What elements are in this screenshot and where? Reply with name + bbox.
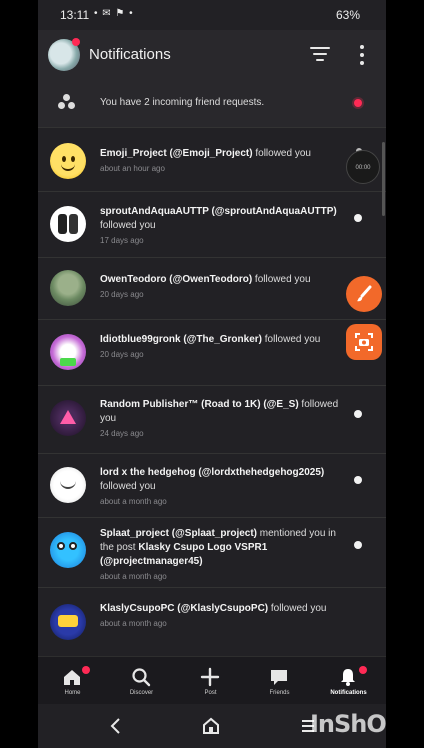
notification-item[interactable]: Splaat_project (@Splaat_project) mention…: [38, 518, 386, 588]
home-icon: [64, 670, 80, 685]
back-icon[interactable]: [108, 716, 122, 736]
smiley-avatar[interactable]: [50, 143, 86, 179]
triangle-avatar[interactable]: [50, 400, 86, 436]
notification-text: Emoji_Project (@Emoji_Project) followed …: [100, 147, 340, 176]
notification-item[interactable]: sproutAndAquaAUTTP (@sproutAndAquaAUTTP)…: [38, 192, 386, 258]
notification-text: sproutAndAquaAUTTP (@sproutAndAquaAUTTP)…: [100, 205, 340, 248]
more-options-icon[interactable]: [356, 44, 368, 66]
watermark: InShOt: [310, 710, 386, 738]
nav-label: Post: [204, 690, 217, 696]
friend-requests-text: You have 2 incoming friend requests.: [100, 97, 265, 108]
notification-status-icons: • ✉ ⚑ •: [94, 8, 134, 19]
user-name[interactable]: lord x the hedgehog (@lordxthehedgehog20…: [100, 467, 324, 478]
notification-item[interactable]: Random Publisher™ (Road to 1K) (@E_S) fo…: [38, 386, 386, 454]
scrollbar[interactable]: [382, 142, 385, 216]
unread-dot: [354, 99, 362, 107]
status-time: 13:11: [60, 8, 90, 22]
filter-icon[interactable]: [310, 46, 330, 62]
lord-avatar[interactable]: [50, 467, 86, 503]
notification-text: OwenTeodoro (@OwenTeodoro) followed you …: [100, 273, 340, 302]
user-name[interactable]: Idiotblue99gronk (@The_Gronker): [100, 334, 262, 345]
notification-time: about a month ago: [100, 497, 167, 506]
user-name[interactable]: Splaat_project (@Splaat_project): [100, 528, 257, 539]
notification-time: about an hour ago: [100, 164, 165, 173]
character-avatar[interactable]: [50, 270, 86, 306]
camera-icon: [355, 333, 373, 351]
home-badge: [82, 666, 90, 674]
friend-requests-row[interactable]: You have 2 incoming friend requests.: [38, 78, 386, 128]
plus-icon: [200, 667, 220, 687]
notification-item[interactable]: lord x the hedgehog (@lordxthehedgehog20…: [38, 454, 386, 518]
chat-icon: [271, 670, 287, 685]
nav-label: Friends: [269, 690, 290, 696]
notification-text: Splaat_project (@Splaat_project) mention…: [100, 527, 340, 584]
user-name[interactable]: sproutAndAquaAUTTP (@sproutAndAquaAUTTP): [100, 206, 337, 217]
notification-item[interactable]: Emoji_Project (@Emoji_Project) followed …: [38, 130, 386, 192]
status-bar: 13:11 • ✉ ⚑ • 63%: [38, 0, 386, 30]
notification-time: about a month ago: [100, 572, 167, 581]
phones-avatar[interactable]: [50, 206, 86, 242]
notification-text: lord x the hedgehog (@lordxthehedgehog20…: [100, 466, 340, 509]
bottom-navigation: Home Discover Post Friends Notifications: [38, 656, 386, 704]
battery-level: 63%: [335, 8, 360, 22]
nav-label: Home: [64, 690, 81, 696]
page-title: Notifications: [89, 46, 171, 63]
splaat-avatar[interactable]: [50, 532, 86, 568]
profile-unread-dot: [72, 38, 80, 46]
unread-dot: [354, 541, 362, 549]
user-name[interactable]: Emoji_Project (@Emoji_Project): [100, 148, 253, 159]
recording-timer-bubble[interactable]: 00:00: [346, 150, 380, 184]
nav-discover[interactable]: Discover: [107, 657, 176, 705]
notification-time: 20 days ago: [100, 290, 144, 299]
notification-list[interactable]: Emoji_Project (@Emoji_Project) followed …: [38, 130, 386, 656]
screenshot-button[interactable]: [346, 324, 382, 360]
notification-item[interactable]: Idiotblue99gronk (@The_Gronker) followed…: [38, 320, 386, 386]
brush-icon: [357, 285, 372, 302]
user-name[interactable]: Random Publisher™ (Road to 1K) (@E_S): [100, 399, 299, 410]
notification-time: 17 days ago: [100, 236, 144, 245]
notification-time: about a month ago: [100, 619, 167, 628]
search-icon: [132, 668, 151, 687]
unread-dot: [354, 476, 362, 484]
nav-label: Discover: [129, 690, 154, 696]
phone-screen: 13:11 • ✉ ⚑ • 63% Notifications You have…: [38, 0, 386, 748]
notification-item[interactable]: KlaslyCsupoPC (@KlaslyCsupoPC) followed …: [38, 588, 386, 656]
notifications-badge: [359, 666, 367, 674]
unread-dot: [354, 410, 362, 418]
nav-home[interactable]: Home: [38, 657, 107, 705]
unread-dot: [354, 214, 362, 222]
gronk-avatar[interactable]: [50, 334, 86, 370]
brush-tool-button[interactable]: [346, 276, 382, 312]
system-navigation-bar: InShOt: [38, 704, 386, 748]
notification-text: Random Publisher™ (Road to 1K) (@E_S) fo…: [100, 398, 340, 441]
nav-label: Notifications: [330, 690, 367, 696]
notification-time: 24 days ago: [100, 429, 144, 438]
notification-text: KlaslyCsupoPC (@KlaslyCsupoPC) followed …: [100, 602, 340, 631]
nav-post[interactable]: Post: [176, 657, 245, 705]
notification-time: 20 days ago: [100, 350, 144, 359]
user-name[interactable]: KlaslyCsupoPC (@KlaslyCsupoPC): [100, 603, 268, 614]
nav-friends[interactable]: Friends: [245, 657, 314, 705]
app-header: Notifications: [38, 30, 386, 78]
friends-group-icon: [58, 94, 76, 110]
klasky-avatar[interactable]: [50, 604, 86, 640]
notification-item[interactable]: OwenTeodoro (@OwenTeodoro) followed you …: [38, 258, 386, 320]
nav-notifications[interactable]: Notifications: [314, 657, 383, 705]
notification-text: Idiotblue99gronk (@The_Gronker) followed…: [100, 333, 340, 362]
bell-icon: [341, 669, 355, 686]
user-name[interactable]: OwenTeodoro (@OwenTeodoro): [100, 274, 252, 285]
home-button-icon[interactable]: [202, 716, 220, 736]
